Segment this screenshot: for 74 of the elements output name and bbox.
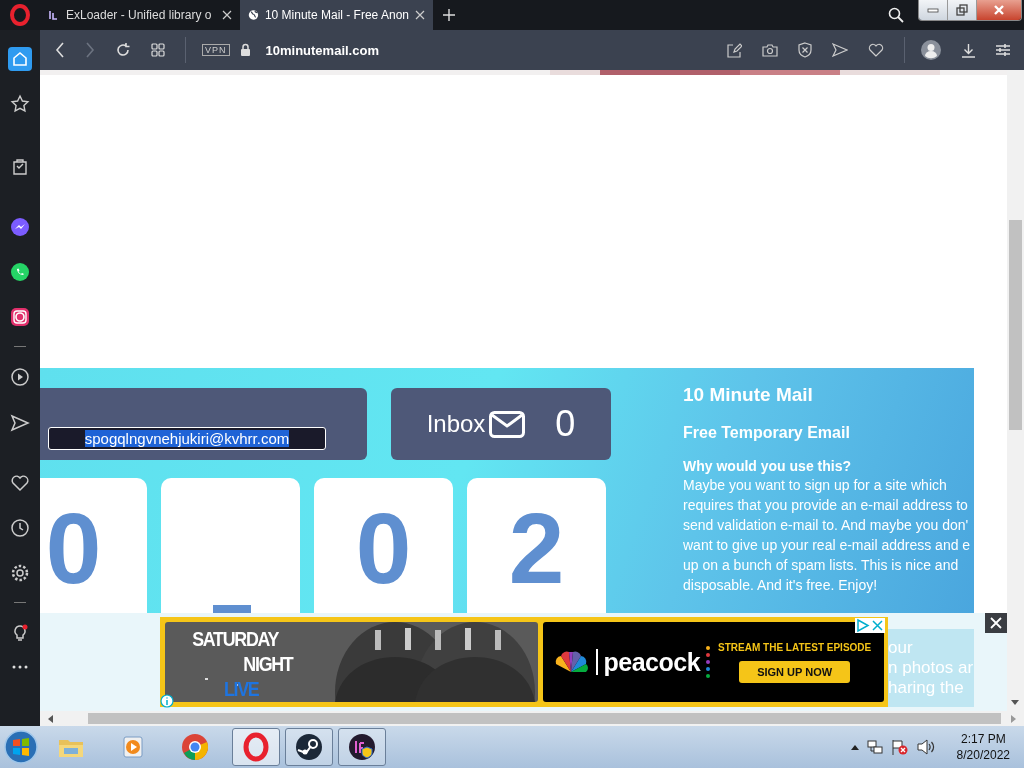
vertical-scrollbar[interactable] bbox=[1007, 70, 1024, 711]
site-subtitle: Free Temporary Email bbox=[683, 424, 851, 442]
show-title-text: NIGHT bbox=[243, 651, 293, 676]
faded-text: haring the bbox=[888, 678, 965, 698]
tagline-text: STREAM THE LATEST EPISODE bbox=[718, 641, 872, 653]
timer-digit: 2 bbox=[508, 498, 565, 606]
site-title: 10 Minute Mail bbox=[683, 384, 814, 407]
camera-icon[interactable] bbox=[762, 43, 778, 57]
restore-icon bbox=[956, 4, 968, 16]
show-hidden-icons[interactable] bbox=[850, 744, 859, 750]
back-icon[interactable] bbox=[55, 42, 65, 58]
exloader-app-icon[interactable] bbox=[338, 728, 386, 766]
new-tab-icon[interactable] bbox=[443, 9, 455, 21]
steam-app-icon[interactable] bbox=[285, 728, 333, 766]
show-title-text: LIVE bbox=[223, 676, 259, 701]
faded-text: our bbox=[888, 638, 914, 658]
heart-icon[interactable] bbox=[868, 43, 884, 57]
opera-app-icon[interactable] bbox=[232, 728, 280, 766]
browser-logo-icon[interactable] bbox=[9, 4, 31, 26]
settings-icon[interactable] bbox=[996, 44, 1010, 56]
scroll-thumb[interactable] bbox=[88, 713, 1001, 724]
site-icon bbox=[48, 9, 60, 21]
sign-up-button[interactable]: SIGN UP NOW bbox=[739, 660, 851, 683]
close-icon[interactable] bbox=[222, 10, 232, 20]
play-icon[interactable] bbox=[8, 365, 32, 389]
whatsapp-icon[interactable] bbox=[8, 260, 32, 284]
scroll-left-icon[interactable] bbox=[48, 714, 53, 723]
restore-button[interactable] bbox=[948, 0, 977, 20]
lock-icon bbox=[239, 43, 251, 57]
browser-tab[interactable]: ExLoader - Unified library o bbox=[40, 0, 240, 30]
browser-tab[interactable]: 10 Minute Mail - Free Anon bbox=[240, 0, 433, 30]
info-icon[interactable] bbox=[160, 694, 174, 708]
shield-icon[interactable] bbox=[798, 42, 812, 58]
network-icon[interactable] bbox=[866, 739, 883, 755]
brand-text: peacock bbox=[603, 647, 701, 677]
horizontal-scrollbar[interactable] bbox=[40, 711, 1024, 726]
email-field[interactable]: spogqlngvnehjukiri@kvhrr.com bbox=[48, 427, 326, 450]
avatar-icon[interactable] bbox=[921, 40, 941, 60]
messenger-icon[interactable] bbox=[8, 215, 32, 239]
show-title-text: SATURDAY bbox=[192, 626, 279, 651]
timer-digit: 0 bbox=[45, 498, 102, 606]
envelope-icon bbox=[489, 410, 526, 438]
description-text: Maybe you want to sign up for a site which requires that you provide an e-mail address to send validation e-mail to. And maybe you don' want to give up your real e-mail address and e up on a bunch of spam lists. This is nice and disposable. And it's free. Enjoy! bbox=[683, 476, 971, 595]
start-button[interactable] bbox=[4, 730, 38, 764]
close-icon bbox=[990, 617, 1002, 629]
ad-banner[interactable]: SATURDAY NIGHT LIVE peacock STREAM THE LATEST EPISODE SIGN UP NOW bbox=[160, 617, 888, 707]
faded-text: n photos ar bbox=[888, 658, 974, 678]
close-ad-button[interactable] bbox=[985, 613, 1007, 633]
ad-choices-icon[interactable] bbox=[855, 618, 885, 633]
send-icon[interactable] bbox=[832, 43, 848, 57]
scroll-thumb[interactable] bbox=[1009, 220, 1022, 430]
question-heading: Why would you use this? bbox=[683, 458, 852, 474]
scroll-down-icon[interactable] bbox=[1011, 700, 1019, 705]
timer-digit: 0 bbox=[355, 498, 412, 606]
close-icon[interactable] bbox=[415, 10, 425, 20]
reload-icon[interactable] bbox=[115, 42, 131, 58]
inbox-button[interactable]: Inbox 0 bbox=[391, 388, 611, 460]
tabs-grid-icon[interactable] bbox=[151, 43, 165, 57]
vpn-badge[interactable]: VPN bbox=[202, 44, 230, 56]
edit-icon[interactable] bbox=[727, 42, 742, 58]
clock[interactable]: 2:17 PM 8/20/2022 bbox=[956, 731, 1010, 763]
volume-icon[interactable] bbox=[916, 739, 935, 755]
close-icon bbox=[993, 5, 1005, 15]
close-button[interactable] bbox=[977, 0, 1021, 20]
minimize-icon bbox=[927, 7, 939, 13]
download-icon[interactable] bbox=[961, 42, 976, 58]
dots-icon bbox=[706, 645, 711, 679]
globe-icon bbox=[248, 8, 259, 22]
home-icon[interactable] bbox=[8, 47, 32, 71]
search-icon[interactable] bbox=[888, 7, 904, 23]
clock-icon[interactable] bbox=[8, 516, 32, 540]
flag-icon[interactable] bbox=[890, 739, 909, 755]
address-field[interactable]: 10minutemail.com bbox=[265, 42, 379, 58]
instagram-icon[interactable] bbox=[8, 305, 32, 329]
